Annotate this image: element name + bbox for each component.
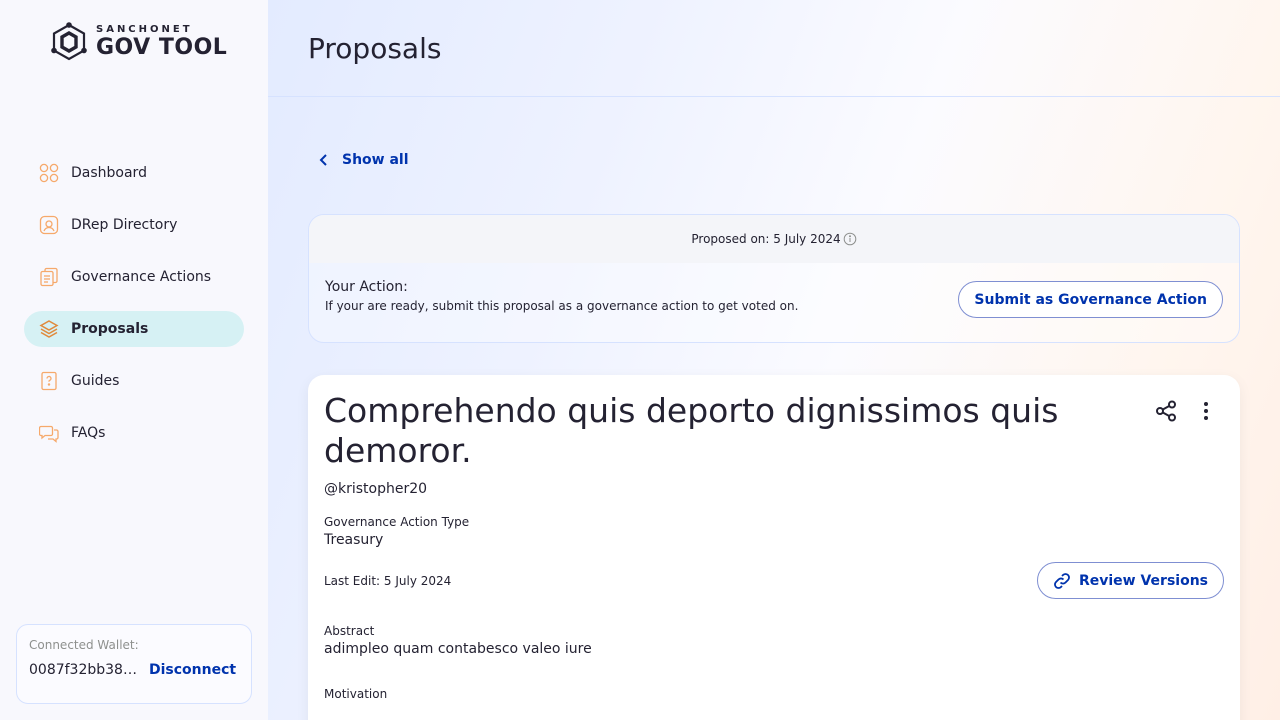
governance-action-type-label: Governance Action Type — [324, 515, 470, 529]
abstract-value: adimpleo quam contabesco valeo iure — [324, 641, 592, 657]
submit-governance-action-button[interactable]: Submit as Governance Action — [958, 281, 1223, 318]
motivation-label: Motivation — [324, 687, 388, 701]
sidebar-item-label: Governance Actions — [71, 269, 212, 285]
sidebar-item-label: Dashboard — [71, 165, 147, 181]
more-options-icon[interactable] — [1194, 399, 1218, 423]
main-content: Proposals Show all Proposed on: 5 July 2… — [268, 0, 1280, 720]
logo[interactable]: SANCHONET GOV TOOL — [48, 22, 227, 62]
link-icon — [1054, 572, 1070, 589]
chevron-left-icon — [319, 154, 327, 166]
show-all-link[interactable]: Show all — [316, 152, 409, 168]
logo-hexagon-icon — [51, 22, 87, 61]
dashboard-icon — [39, 163, 59, 183]
proposed-on-bar: Proposed on: 5 July 2024 — [309, 215, 1239, 263]
faqs-icon — [39, 423, 59, 443]
proposals-icon — [39, 319, 59, 339]
sidebar-item-guides[interactable]: Guides — [24, 363, 244, 399]
sidebar-item-label: Proposals — [71, 321, 149, 337]
sidebar-item-label: FAQs — [71, 425, 106, 441]
sidebar-item-drep-directory[interactable]: DRep Directory — [24, 207, 244, 243]
governance-actions-icon — [39, 267, 59, 287]
review-versions-button[interactable]: Review Versions — [1036, 562, 1224, 599]
proposal-title: Comprehendo quis deporto dignissimos qui… — [324, 391, 1059, 470]
sidebar: SANCHONET GOV TOOL Dashboard DRep Direct… — [0, 0, 268, 720]
sidebar-item-proposals[interactable]: Proposals — [24, 311, 244, 347]
wallet-label: Connected Wallet: — [29, 638, 139, 652]
governance-action-type-value: Treasury — [324, 532, 384, 548]
share-icon[interactable] — [1154, 399, 1178, 423]
review-versions-label: Review Versions — [1078, 572, 1208, 589]
connected-wallet-panel: Connected Wallet: 0087f32bb38a... Discon… — [16, 624, 252, 704]
logo-title: GOV TOOL — [96, 35, 228, 60]
page-title: Proposals — [308, 31, 442, 65]
sidebar-item-label: Guides — [71, 373, 120, 389]
sidebar-item-label: DRep Directory — [71, 217, 178, 233]
sidebar-nav: Dashboard DRep Directory Governance Acti… — [24, 155, 244, 467]
sidebar-item-faqs[interactable]: FAQs — [24, 415, 244, 451]
guides-icon — [39, 371, 59, 391]
drep-directory-icon — [39, 215, 59, 235]
show-all-label: Show all — [342, 152, 409, 168]
proposal-author: @kristopher20 — [324, 481, 428, 497]
abstract-label: Abstract — [324, 624, 375, 638]
info-icon[interactable] — [843, 232, 857, 246]
sidebar-item-dashboard[interactable]: Dashboard — [24, 155, 244, 191]
proposal-card: Comprehendo quis deporto dignissimos qui… — [308, 375, 1240, 720]
page-header: Proposals — [268, 0, 1280, 97]
wallet-address: 0087f32bb38a... — [29, 662, 141, 678]
proposed-on-date: Proposed on: 5 July 2024 — [691, 232, 841, 246]
your-action-card: Proposed on: 5 July 2024 Your Action: If… — [308, 214, 1240, 343]
disconnect-button[interactable]: Disconnect — [149, 662, 236, 678]
sidebar-item-governance-actions[interactable]: Governance Actions — [24, 259, 244, 295]
